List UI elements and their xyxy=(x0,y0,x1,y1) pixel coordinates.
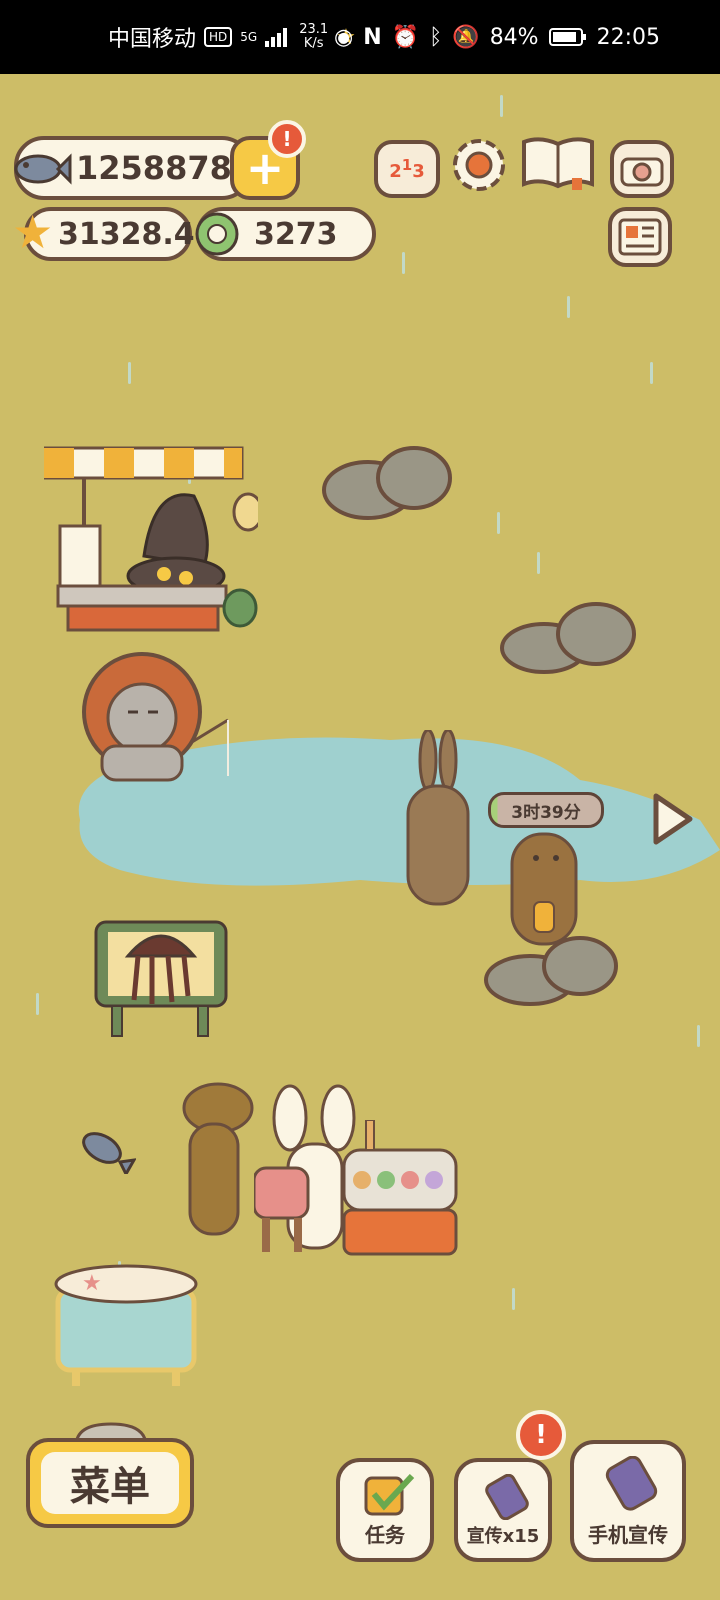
phone-icon xyxy=(605,1456,658,1511)
gem-currency-bar: 3273 xyxy=(195,207,376,261)
promo-label: 宣传x15 xyxy=(466,1526,540,1547)
book-icon xyxy=(522,137,594,190)
deer-character[interactable] xyxy=(168,1068,268,1240)
fish-drop-icon[interactable] xyxy=(76,1122,136,1174)
eye-icon: ◉ xyxy=(334,24,354,50)
hd-icon: HD xyxy=(204,27,233,47)
menu-label: 菜单 xyxy=(70,1464,150,1510)
camera-button[interactable] xyxy=(610,140,674,198)
ranking-button[interactable]: 213 xyxy=(374,140,440,198)
crab-hat-cat-graphic xyxy=(82,652,229,782)
svg-text:★: ★ xyxy=(82,1271,102,1296)
promo-button[interactable]: 宣传x15 xyxy=(454,1458,552,1562)
jellyfish-signboard[interactable] xyxy=(92,916,230,1040)
phone-promo-button[interactable]: 手机宣传 xyxy=(570,1440,686,1562)
gear-icon xyxy=(453,139,505,191)
gem-count: 3273 xyxy=(254,216,338,252)
deer-graphic xyxy=(182,1082,254,1236)
menu-button[interactable]: 菜单 xyxy=(26,1422,194,1528)
carrier-label: 中国移动 xyxy=(108,27,197,52)
battery-percent: 84% xyxy=(489,24,539,50)
food-stall[interactable] xyxy=(42,446,264,636)
stall-graphic xyxy=(42,446,264,632)
add-currency-alert-badge: ! xyxy=(268,120,306,158)
phone-promo-label: 手机宣传 xyxy=(588,1523,668,1547)
next-area-button[interactable] xyxy=(650,790,694,848)
podium-icon: 213 xyxy=(389,156,425,182)
crab-hat-cat-fishing[interactable] xyxy=(72,646,242,786)
catalog-book-button[interactable] xyxy=(520,134,596,192)
gem-icon xyxy=(195,212,239,256)
phone-icon xyxy=(485,1474,529,1520)
rabbit-graphic xyxy=(406,728,470,906)
newspaper-button[interactable] xyxy=(608,207,672,267)
rabbit-character[interactable] xyxy=(400,728,480,910)
task-button[interactable]: 任务 xyxy=(336,1458,434,1562)
nfc-icon: N xyxy=(363,24,382,50)
settings-button[interactable] xyxy=(448,134,510,196)
alarm-icon: ⏰ xyxy=(391,24,420,50)
aquarium-tank[interactable]: ★ xyxy=(52,1260,200,1388)
star-count: 31328.4 xyxy=(58,216,195,252)
otter-character[interactable] xyxy=(506,828,586,948)
fish-count: 1258878 xyxy=(76,149,232,187)
star-icon: ★ xyxy=(12,205,54,259)
jellyfish-sign-graphic xyxy=(94,920,228,1037)
signal-icon xyxy=(265,28,288,47)
fish-currency-bar: 1258878 xyxy=(14,136,252,200)
star-currency-bar: ★ 31328.4 xyxy=(12,205,195,261)
chevron-right-icon xyxy=(653,793,693,845)
status-bar: 中国移动 HD 5G 23.1 K/s ★ ◉ N ⏰ ᛒ 🔕 84% 22:05 xyxy=(0,0,720,74)
battery-icon xyxy=(548,28,586,46)
aquarium-graphic: ★ xyxy=(54,1264,198,1386)
clock-time: 22:05 xyxy=(596,24,660,50)
newspaper-icon xyxy=(618,218,662,256)
fish-icon xyxy=(14,153,72,185)
mute-icon: 🔕 xyxy=(452,24,480,50)
ice-cream-cart[interactable] xyxy=(340,1119,460,1260)
rock-cluster-2 xyxy=(500,602,636,674)
production-timer: 3时39分 xyxy=(488,792,604,828)
rock-cluster-1 xyxy=(322,446,452,520)
checkbox-icon xyxy=(364,1474,415,1516)
otter-graphic xyxy=(510,832,578,946)
net-speed: 23.1 K/s xyxy=(299,22,329,51)
promo-alert-badge: ! xyxy=(516,1410,566,1460)
task-label: 任务 xyxy=(365,1523,405,1547)
signal-type: 5G xyxy=(240,30,258,44)
ice-cream-cart-graphic xyxy=(342,1119,458,1256)
bluetooth-icon: ᛒ xyxy=(429,24,443,50)
camera-icon xyxy=(620,157,664,187)
